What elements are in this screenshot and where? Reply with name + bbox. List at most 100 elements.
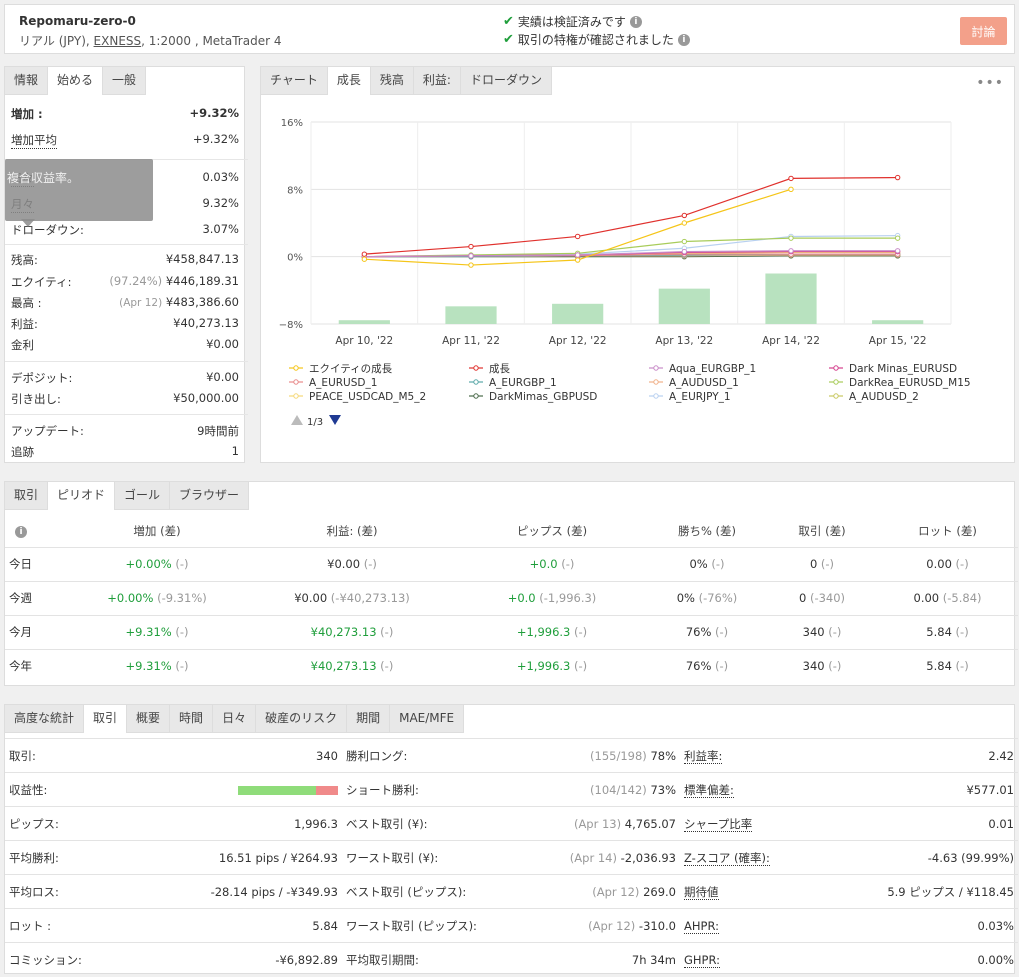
tab-general[interactable]: 一般 (103, 67, 147, 94)
tab-hours[interactable]: 時間 (170, 705, 214, 732)
balance-label: 残高: (11, 253, 38, 267)
legend-item[interactable]: A_EURUSD_1 (289, 377, 377, 389)
stat-label: Z-スコア (確率): (680, 840, 820, 875)
monthly-value: 9.32% (202, 196, 239, 210)
cell-diff: (-¥40,273.13) (327, 591, 410, 605)
pager-text: 1/3 (307, 417, 323, 428)
account-subtitle: リアル (JPY), EXNESS, 1:2000 , MetaTrader 4 (19, 32, 281, 49)
cell-diff: (-) (951, 659, 969, 674)
data-point (788, 186, 794, 193)
data-point (681, 212, 688, 219)
tab-balance[interactable]: 残高 (370, 67, 414, 94)
avg-gain-value: +9.32% (192, 132, 239, 146)
legend-label: A_AUDUSD_1 (669, 377, 739, 389)
cell-diff: (-5.84) (939, 591, 982, 605)
table-row: 取引: 340 勝利ロング: (155/198) 78% 利益率: 2.42 (5, 738, 1018, 773)
tab-mae-mfe[interactable]: MAE/MFE (390, 705, 465, 732)
y-tick-label: −8% (279, 320, 303, 331)
period-cell: 0 (-340) (767, 580, 877, 615)
legend-label: Dark Minas_EURUSD (849, 363, 957, 375)
broker-link[interactable]: EXNESS (94, 34, 142, 48)
stat-value: (Apr 14) -2,036.93 (492, 840, 680, 875)
tab-start[interactable]: 始める (48, 67, 104, 95)
legend-item[interactable]: PEACE_USDCAD_M5_2 (289, 391, 426, 403)
check-icon: ✔ (503, 32, 514, 47)
high-label: 最高 : (11, 296, 42, 310)
period-cell: 0% (-) (647, 546, 767, 581)
stat-label-text[interactable]: Z-スコア (確率): (684, 850, 770, 866)
info-icon[interactable]: i (15, 526, 27, 539)
legend-item[interactable]: A_AUDUSD_1 (649, 377, 739, 389)
stat-label-text[interactable]: 期待値 (684, 884, 719, 900)
legend-item[interactable]: Aqua_EURGBP_1 (649, 363, 756, 375)
legend-item[interactable]: A_AUDUSD_2 (829, 391, 919, 403)
table-row: ロット :5.84 ワースト取引 (ピップス): (Apr 12) -310.0 AH… (5, 908, 1018, 943)
stat-value: 16.51 pips / ¥264.93 (95, 840, 342, 875)
legend-item[interactable]: 成長 (469, 363, 510, 375)
legend-item[interactable]: DarkRea_EURUSD_M15 (829, 377, 971, 389)
tab-drawdown[interactable]: ドローダウン (460, 67, 552, 94)
pager-prev-icon[interactable] (291, 415, 303, 425)
period-cell: +1,996.3 (-) (457, 614, 647, 649)
stat-label: 勝利ロング: (342, 738, 492, 773)
stat-label: ワースト取引 (ピップス): (342, 908, 492, 943)
tab-profit[interactable]: 利益: (413, 67, 461, 94)
data-point (574, 233, 581, 240)
tab-risk-of-ruin[interactable]: 破産のリスク (256, 705, 348, 732)
stat-label-text[interactable]: GHPR: (684, 952, 721, 968)
info-icon[interactable]: i (677, 33, 690, 46)
drawdown-value: 3.07% (202, 222, 239, 236)
table-row: 今年 +9.31% (-) ¥40,273.13 (-) +1,996.3 (-) 76… (5, 648, 1018, 683)
period-cell: 0.00 (-) (877, 546, 1018, 581)
avg-gain-label[interactable]: 増加平均 (11, 132, 57, 149)
stats-table: 取引: 340 勝利ロング: (155/198) 78% 利益率: 2.42 収益性: ショー… (5, 738, 1018, 977)
legend-item[interactable]: Dark Minas_EURUSD (829, 363, 957, 375)
tab-period[interactable]: ピリオド (48, 482, 116, 510)
cell-diff: (-) (817, 557, 835, 571)
balance-value: ¥458,847.13 (165, 252, 239, 266)
more-icon[interactable]: ••• (976, 75, 1004, 91)
stat-value: 0.00% (820, 942, 1018, 977)
cell-diff: (-) (376, 625, 394, 639)
tab-browser[interactable]: ブラウザー (170, 482, 250, 509)
x-tick-label: Apr 15, '22 (869, 335, 927, 347)
cell-value: 0.00 (913, 591, 940, 605)
legend-item[interactable]: エクイティの成長 (289, 363, 393, 375)
cell-value: 0% (689, 557, 708, 571)
stat-value: 340 (95, 738, 342, 773)
tab-trades[interactable]: 取引 (5, 482, 49, 509)
stat-label-text[interactable]: AHPR: (684, 918, 719, 934)
account-name: Repomaru-zero-0 (19, 14, 136, 28)
legend-item[interactable]: DarkMimas_GBPUSD (469, 391, 597, 403)
pager-next-icon[interactable] (329, 415, 341, 425)
discuss-button[interactable]: 討論 (960, 17, 1007, 45)
cell-diff: (-) (707, 557, 725, 571)
stat-label-text[interactable]: シャープ比率 (684, 816, 753, 832)
legend-item[interactable]: A_EURGBP_1 (469, 377, 557, 389)
cell-diff: (-76%) (694, 591, 738, 605)
stat-detail: (155/198) (590, 748, 647, 763)
cell-diff: (-) (570, 659, 588, 674)
stat-label-text[interactable]: 標準偏差: (684, 782, 734, 798)
tab-goal[interactable]: ゴール (115, 482, 171, 509)
tab-trades[interactable]: 取引 (84, 705, 128, 733)
cell-diff: (-) (711, 625, 729, 639)
tab-growth[interactable]: 成長 (327, 67, 371, 95)
tab-daily[interactable]: 日々 (213, 705, 257, 732)
legend-item[interactable]: A_EURJPY_1 (649, 391, 731, 403)
tab-info[interactable]: 情報 (5, 67, 49, 94)
tab-summary[interactable]: 概要 (127, 705, 171, 732)
info-icon[interactable]: i (629, 15, 642, 28)
data-point (574, 252, 581, 258)
cell-value: ¥0.00 (294, 591, 328, 605)
stat-label: 利益率: (680, 738, 820, 773)
table-row: 平均ロス: -28.14 pips / -¥349.93 ベスト取引 (ピップス):… (5, 874, 1018, 909)
bar (658, 288, 710, 324)
tab-duration[interactable]: 期間 (347, 705, 391, 732)
tab-advanced-stats[interactable]: 高度な統計 (5, 705, 85, 732)
tab-chart[interactable]: チャート (261, 67, 328, 94)
x-tick-label: Apr 12, '22 (549, 335, 607, 347)
check-icon: ✔ (503, 14, 514, 29)
stat-label-text[interactable]: 利益率: (684, 748, 723, 764)
period-cell: 0.00 (-5.84) (877, 580, 1018, 615)
